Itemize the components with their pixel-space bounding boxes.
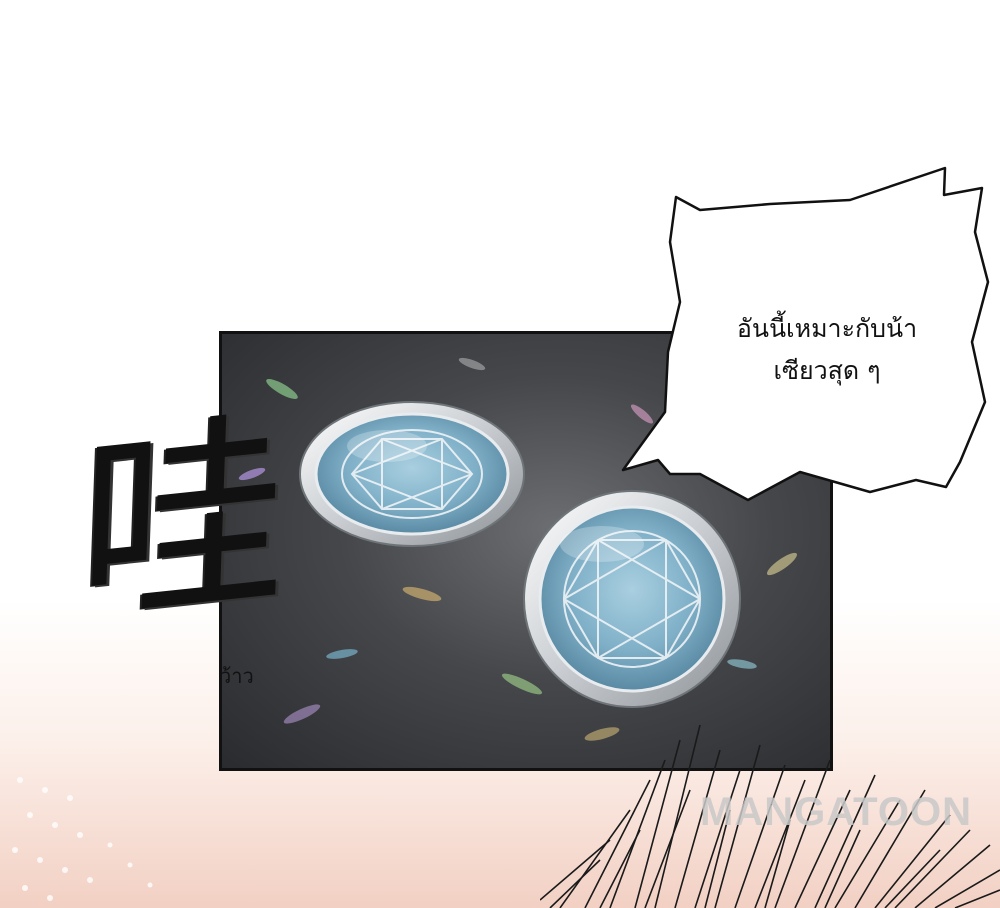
speech-bubble-text: อันนี้เหมาะกับน้า เซียวสุด ๆ	[672, 308, 982, 392]
speech-line-2: เซียวสุด ๆ	[773, 356, 881, 385]
speech-line-1: อันนี้เหมาะกับน้า	[736, 314, 918, 343]
sound-effect-translation: ว้าว	[220, 664, 254, 688]
watermark: MANGATOON	[700, 790, 972, 834]
comic-page: อันนี้เหมาะกับน้า เซียวสุด ๆ 哇 ว้าว MANG…	[0, 0, 1000, 908]
earring-right	[523, 490, 741, 708]
earring-left	[299, 401, 525, 547]
sound-effect-glyph: 哇	[74, 388, 288, 657]
